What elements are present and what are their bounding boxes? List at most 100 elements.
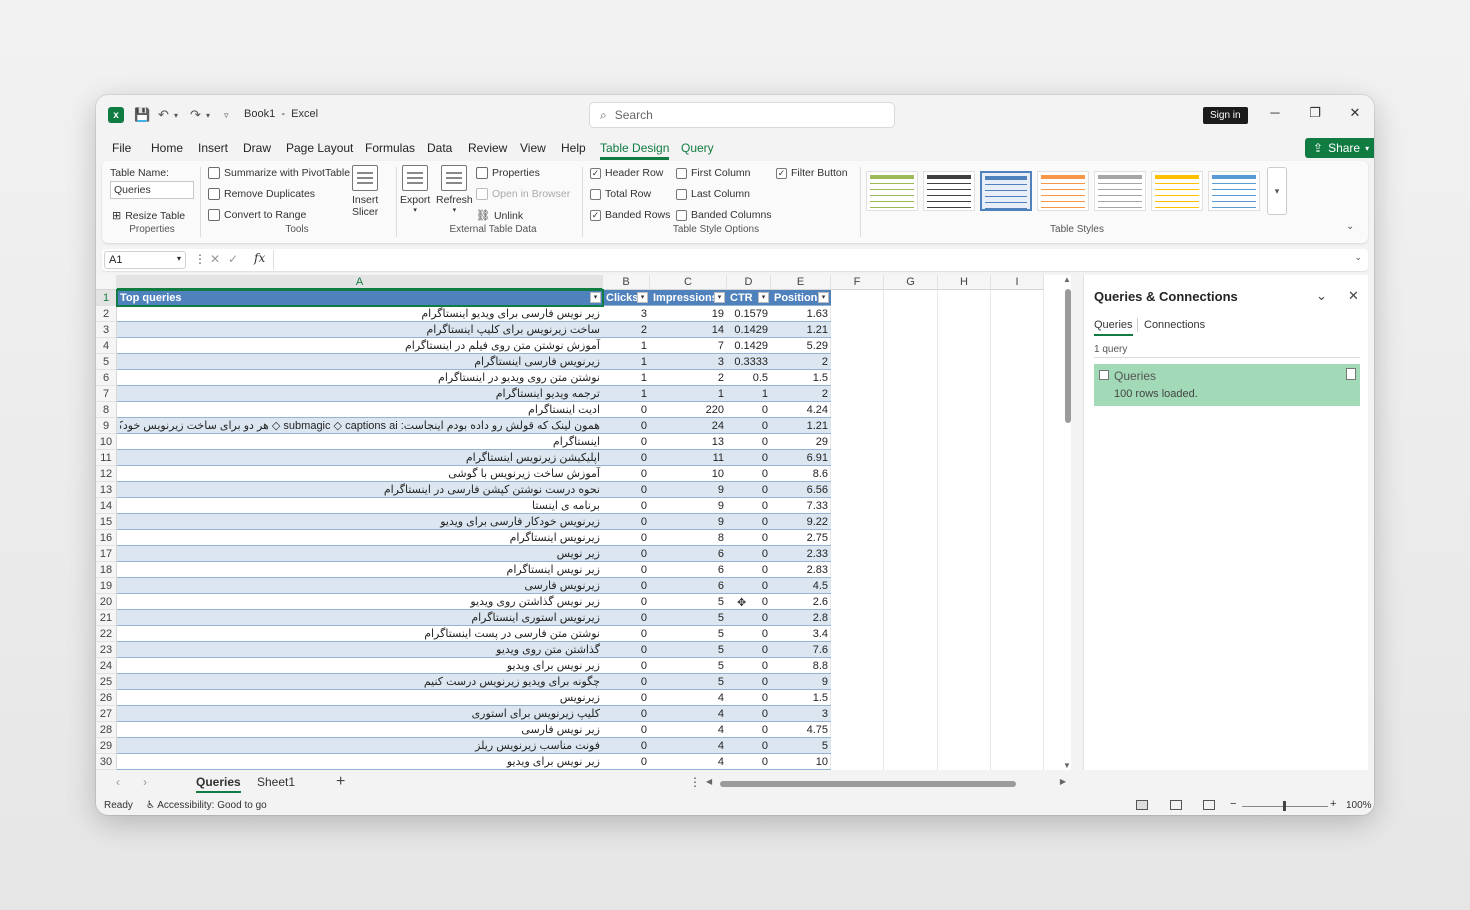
row-header[interactable]: 7 [96,386,117,402]
table-cell[interactable]: 0 [603,690,650,706]
row-header[interactable]: 21 [96,610,117,626]
zoom-level[interactable]: 100% [1346,800,1372,811]
table-cell[interactable]: 0 [727,418,771,434]
table-cell[interactable]: 0 [727,578,771,594]
summarize-pivottable-button[interactable]: Summarize with PivotTable [208,167,350,179]
table-cell[interactable]: 9 [650,514,727,530]
table-cell[interactable]: 0.3333 [727,354,771,370]
table-cell[interactable]: 6 [650,562,727,578]
table-cell[interactable]: اپلیکیشن زیرنویس اینستاگرام [117,450,603,466]
close-icon[interactable]: ✕ [1348,288,1359,304]
horizontal-scroll-thumb[interactable] [720,781,1016,787]
row-header[interactable]: 27 [96,706,117,722]
table-name-input[interactable]: Queries [110,181,194,199]
tab-page-layout[interactable]: Page Layout [286,141,353,155]
table-cell[interactable]: 19 [650,306,727,322]
row-header[interactable]: 29 [96,738,117,754]
table-cell[interactable]: 0 [603,482,650,498]
table-cell[interactable]: 8.6 [771,466,831,482]
row-header[interactable]: 1 [96,290,117,306]
table-cell[interactable]: 3 [603,306,650,322]
table-cell[interactable]: 10 [771,754,831,770]
redo-dropdown-icon[interactable]: ▾ [206,111,210,120]
minimize-icon[interactable]: ─ [1265,105,1285,120]
table-cell[interactable]: 4 [650,706,727,722]
table-cell[interactable]: 0 [727,434,771,450]
filter-dropdown-icon[interactable]: ▾ [818,292,829,303]
table-style-swatch[interactable] [1208,171,1260,211]
table-cell[interactable]: 0.5 [727,370,771,386]
table-cell[interactable]: 0 [603,594,650,610]
table-cell[interactable]: 0 [603,754,650,770]
resize-table-button[interactable]: ⊞ Resize Table [112,209,185,223]
table-cell[interactable]: 6.91 [771,450,831,466]
undo-dropdown-icon[interactable]: ▾ [174,111,178,120]
table-cell[interactable]: 2 [650,370,727,386]
table-cell[interactable]: 0 [727,482,771,498]
table-cell[interactable]: 0 [603,642,650,658]
table-cell[interactable]: 0 [727,546,771,562]
zoom-in-icon[interactable]: + [1330,798,1336,810]
row-header[interactable]: 5 [96,354,117,370]
select-all-corner[interactable] [96,275,117,290]
table-cell[interactable]: 2 [771,386,831,402]
filter-button-checkbox[interactable]: ✓ Filter Button [776,167,848,179]
scroll-up-icon[interactable]: ▲ [1063,275,1071,284]
table-cell[interactable]: نحوه درست نوشتن کپشن فارسی در اینستاگرام [117,482,603,498]
table-cell[interactable]: 0 [603,626,650,642]
table-cell[interactable]: ادیت اینستاگرام [117,402,603,418]
table-cell[interactable]: 2.6 [771,594,831,610]
table-cell[interactable]: 2 [603,322,650,338]
total-row-checkbox[interactable]: Total Row [590,188,651,200]
row-header[interactable]: 17 [96,546,117,562]
table-cell[interactable]: 1.21 [771,322,831,338]
table-cell[interactable]: 0 [727,706,771,722]
table-cell[interactable]: 6.56 [771,482,831,498]
table-cell[interactable]: 6 [650,578,727,594]
refresh-button[interactable]: Refresh ▾ [436,165,473,214]
table-cell[interactable]: کلیپ زیرنویس برای استوری [117,706,603,722]
vertical-scroll-thumb[interactable] [1065,289,1071,423]
unlink-button[interactable]: ⛓ Unlink [476,209,523,223]
cancel-icon[interactable]: ✕ [210,252,220,266]
next-sheet-icon[interactable]: › [143,775,147,789]
table-cell[interactable]: 0 [603,578,650,594]
table-cell[interactable]: 0.1579 [727,306,771,322]
sign-in-button[interactable]: Sign in [1203,107,1248,124]
formula-input[interactable] [273,250,1348,270]
banded-columns-checkbox[interactable]: Banded Columns [676,209,772,221]
table-cell[interactable]: 1 [603,370,650,386]
row-header[interactable]: 20 [96,594,117,610]
table-cell[interactable]: 7.6 [771,642,831,658]
vertical-scrollbar[interactable]: ▲ ▼ [1063,275,1071,770]
row-header[interactable]: 14 [96,498,117,514]
column-header-i[interactable]: I [991,275,1044,290]
table-style-swatch[interactable] [1094,171,1146,211]
table-cell[interactable]: 1.63 [771,306,831,322]
table-cell[interactable]: 6 [650,546,727,562]
sheet-tab-queries[interactable]: Queries [196,775,241,793]
table-cell[interactable]: 0 [603,546,650,562]
row-header[interactable]: 6 [96,370,117,386]
table-cell[interactable]: 1 [650,386,727,402]
normal-view-icon[interactable] [1136,800,1148,810]
banded-rows-checkbox[interactable]: ✓ Banded Rows [590,209,670,221]
table-style-swatch[interactable] [1151,171,1203,211]
table-header-cell[interactable]: Impressions ▾ [650,290,727,306]
column-header-b[interactable]: B [603,275,650,290]
table-cell[interactable]: 9.22 [771,514,831,530]
table-cell[interactable]: 4 [650,722,727,738]
table-cell[interactable]: 9 [650,482,727,498]
table-cell[interactable]: 0 [727,674,771,690]
column-header-d[interactable]: D [727,275,771,290]
row-header[interactable]: 11 [96,450,117,466]
row-header[interactable]: 2 [96,306,117,322]
scroll-down-icon[interactable]: ▼ [1063,761,1071,770]
table-cell[interactable]: ساخت زیرنویس برای کلیپ اینستاگرام [117,322,603,338]
table-cell[interactable]: 14 [650,322,727,338]
table-cell[interactable]: 0 [603,402,650,418]
table-cell[interactable]: 4.75 [771,722,831,738]
add-sheet-icon[interactable]: + [336,773,345,791]
table-cell[interactable]: 0 [603,514,650,530]
table-style-swatch[interactable] [980,171,1032,211]
